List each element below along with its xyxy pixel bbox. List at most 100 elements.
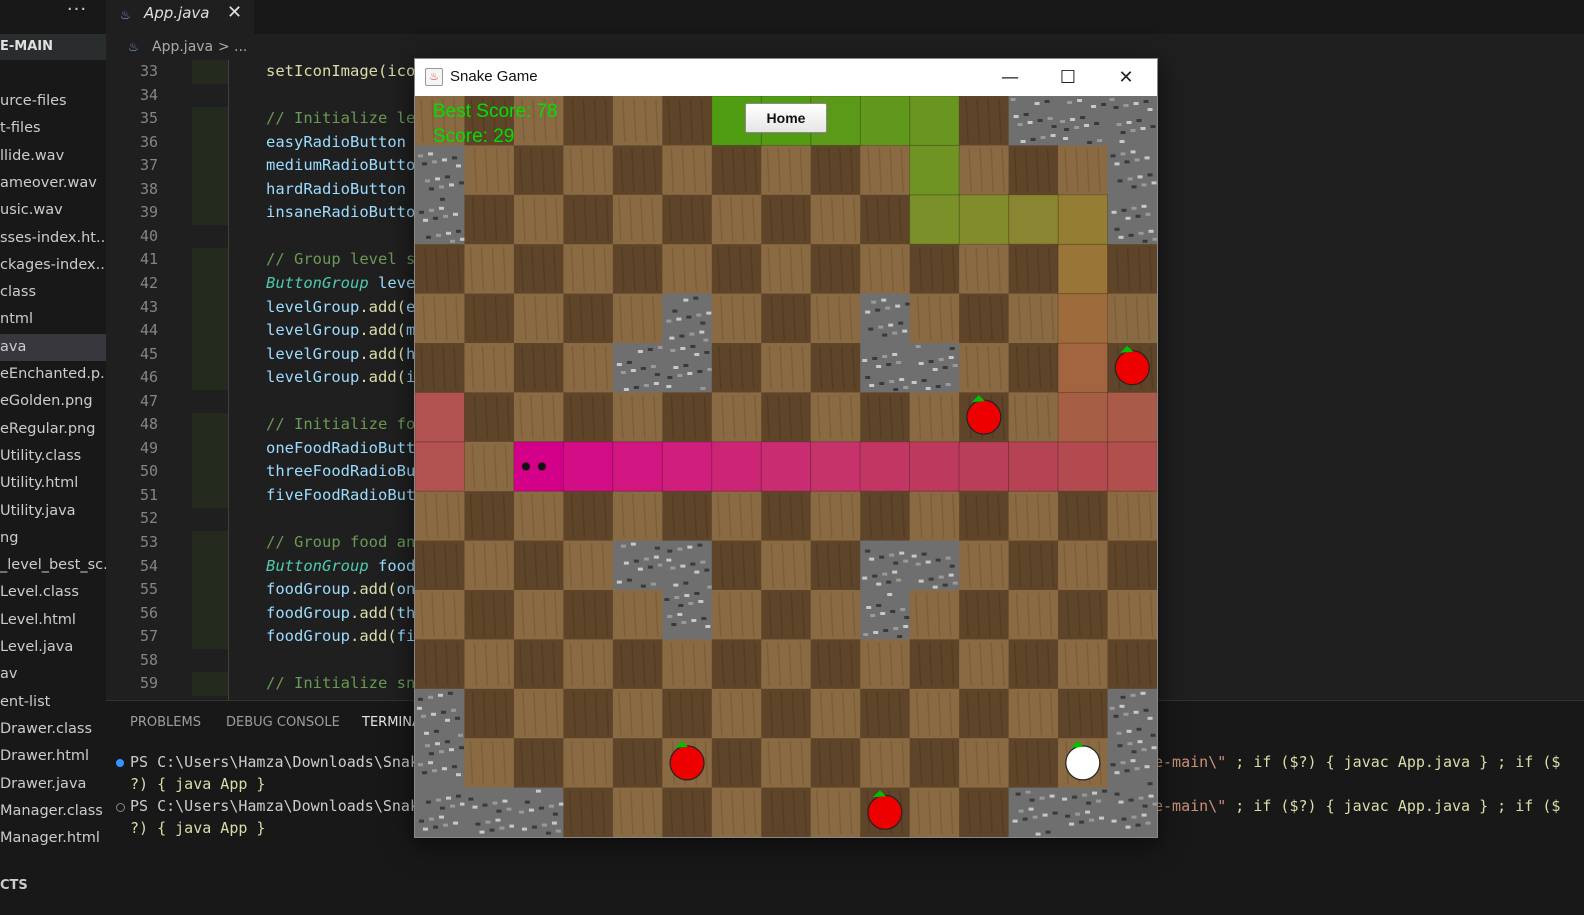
code-line[interactable]: mediumRadioButto [266,156,415,174]
stone-speckle [1121,208,1127,212]
stone-speckle [643,557,649,561]
stone-speckle [1120,131,1126,134]
stone-speckle [439,206,444,210]
stone-speckle [876,365,882,368]
file-tree-item[interactable]: _level_best_sc... [0,552,106,579]
code-line[interactable]: levelGroup.add(m [266,321,415,339]
stone-speckle [445,175,450,179]
file-tree-item[interactable]: ng [0,525,106,552]
command-status-icon[interactable] [116,803,125,812]
game-board[interactable]: Best Score: 78 Score: 29 Home [415,96,1157,837]
code-line[interactable]: fiveFoodRadioBut [266,486,415,504]
code-line[interactable]: threeFoodRadioBu [266,462,415,480]
stone-speckle [1125,216,1131,220]
snake-segment [1008,194,1059,245]
tab-debug-console[interactable]: DEBUG CONSOLE [226,715,340,730]
stone-speckle [419,819,424,823]
stone-speckle [1141,813,1147,817]
code-line[interactable]: easyRadioButton [266,133,415,151]
snake-segment [909,96,960,146]
snake-segment [909,144,960,196]
command-status-icon[interactable] [116,759,124,767]
code-line[interactable]: setIconImage(ico [266,62,415,80]
close-tab-icon[interactable]: ✕ [227,2,242,23]
maximize-button[interactable]: ☐ [1045,59,1091,96]
more-actions-button[interactable]: ··· [62,0,92,24]
file-tree-item[interactable]: eGolden.png [0,388,106,415]
stone-speckle [892,570,898,574]
file-tree-item[interactable]: ent-list [0,689,106,716]
stone-speckle [1032,815,1038,819]
stone-speckle [866,606,872,609]
file-tree-item[interactable]: eRegular.png [0,416,106,443]
file-tree-item[interactable]: ameover.wav [0,170,106,197]
code-line[interactable]: // Group level s [266,250,415,268]
file-tree-item[interactable]: Utility.html [0,470,106,497]
code-line[interactable]: oneFoodRadioButt [266,439,415,457]
file-tree-item[interactable]: sses-index.ht... [0,225,106,252]
code-line[interactable]: // Group food an [266,533,415,551]
file-tree-item[interactable]: Level.html [0,607,106,634]
file-tree-item[interactable]: Level.java [0,634,106,661]
line-number: 48 [139,415,158,434]
code-line[interactable]: ButtonGroup leve [266,274,415,292]
file-tree-item[interactable]: eEnchanted.p... [0,361,106,388]
code-line[interactable]: foodGroup.add(on [266,580,415,598]
projects-section-title[interactable]: CTS [0,878,28,893]
file-tree-item[interactable]: class [0,279,106,306]
explorer-section-title[interactable]: E-MAIN [0,34,106,60]
code-line[interactable]: ButtonGroup food [266,557,415,575]
file-tree-item[interactable]: Drawer.java [0,771,106,798]
breadcrumb-file[interactable]: App.java [152,34,213,60]
file-tree-item[interactable]: t-files [0,115,106,142]
file-tree-item[interactable]: llide.wav [0,143,106,170]
file-tree-item[interactable]: Utility.class [0,443,106,470]
tab-terminal[interactable]: TERMINA [362,715,421,730]
minimize-button[interactable]: — [987,59,1033,96]
code-line[interactable]: // Initialize fo [266,415,415,433]
tab-app-java[interactable]: ♨ App.java ✕ [106,0,254,34]
file-tree-item[interactable]: ava [0,333,106,361]
stone-speckle [873,631,879,634]
code-token: .add( [350,627,397,646]
stone-speckle [697,543,703,547]
stone-speckle [1013,115,1019,118]
code-line[interactable]: levelGroup.add(i [266,368,415,386]
file-tree-item[interactable]: Drawer.class [0,716,106,743]
stone-speckle [862,359,868,362]
code-line[interactable]: // Initialize sn [266,674,415,692]
code-line[interactable]: levelGroup.add(e [266,298,415,316]
stone-speckle [446,231,451,235]
stone-speckle [669,336,675,340]
file-tree-item[interactable]: Manager.class [0,798,106,825]
stone-speckle [1120,152,1126,156]
file-tree-item[interactable]: ntml [0,306,106,333]
file-tree-item[interactable]: Manager.html [0,825,106,852]
code-line[interactable]: // Initialize le [266,109,415,127]
home-button[interactable]: Home [745,103,827,133]
stone-speckle [681,621,687,624]
code-line[interactable]: hardRadioButton [266,180,415,198]
file-tree-item[interactable]: ckages-index... [0,252,106,279]
code-line[interactable]: levelGroup.add(h [266,345,415,363]
file-tree-item[interactable]: urce-files [0,88,106,115]
file-tree-item[interactable]: Drawer.html [0,743,106,770]
window-titlebar[interactable]: ♨ Snake Game — ☐ ✕ [415,59,1157,96]
file-tree-item[interactable]: av [0,661,106,688]
code-line[interactable]: foodGroup.add(fi [266,627,415,645]
code-line[interactable]: insaneRadioButto [266,203,415,221]
stone-speckle [458,733,463,737]
breadcrumb-symbol[interactable]: ... [234,34,247,60]
stone-speckle [705,625,711,628]
file-tree-item[interactable]: Level.class [0,579,106,606]
stone-speckle [707,585,713,589]
stone-speckle [637,567,643,571]
code-line[interactable]: foodGroup.add(th [266,604,415,622]
stone-speckle [1049,794,1055,798]
tab-problems[interactable]: PROBLEMS [130,715,201,730]
close-button[interactable]: ✕ [1103,59,1149,96]
file-tree-item[interactable]: usic.wav [0,197,106,224]
code-token: // Initialize sn [266,674,416,693]
file-tree-item[interactable]: Utility.java [0,498,106,525]
stone-speckle [674,596,680,599]
